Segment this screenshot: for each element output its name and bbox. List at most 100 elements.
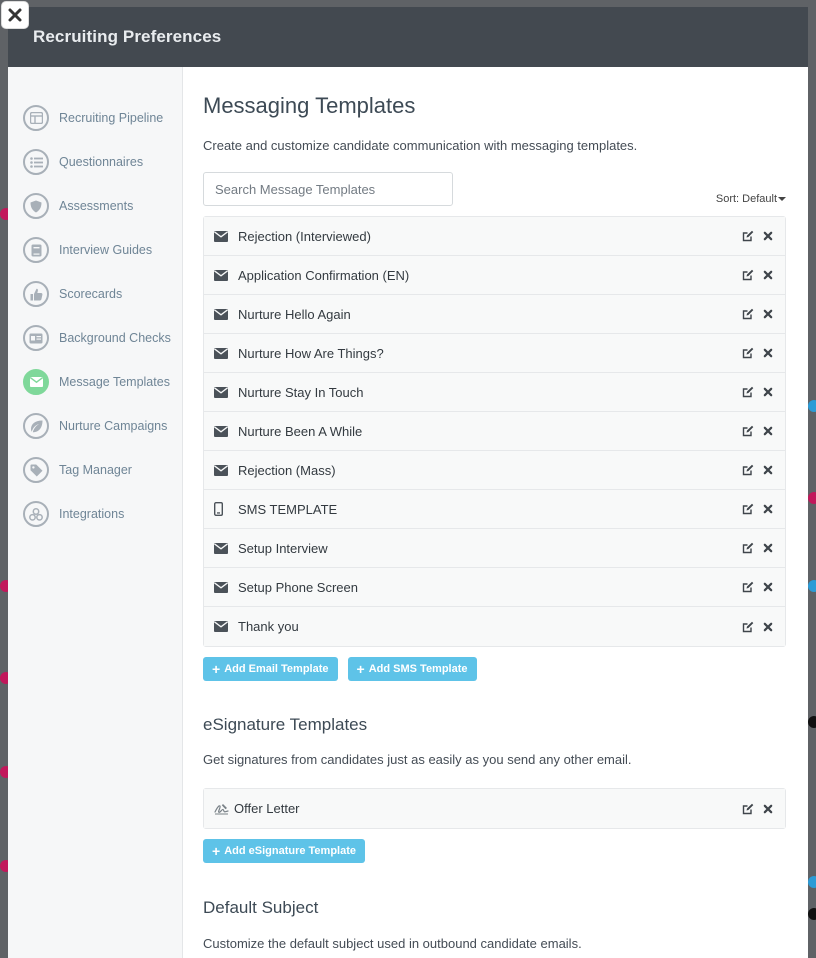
message-template-list: Rejection (Interviewed) Application Confi… bbox=[203, 216, 786, 647]
id-card-icon bbox=[23, 325, 49, 351]
sidebar: Recruiting Pipeline Questionnaires Assessm… bbox=[8, 67, 183, 958]
template-row: Rejection (Interviewed) bbox=[204, 217, 785, 256]
sidebar-item-label: Tag Manager bbox=[59, 463, 132, 477]
template-row: Thank you bbox=[204, 607, 785, 646]
sidebar-item-label: Recruiting Pipeline bbox=[59, 111, 164, 125]
edit-icon[interactable] bbox=[741, 541, 755, 555]
template-name[interactable]: Nurture Been A While bbox=[238, 424, 735, 439]
signature-icon bbox=[214, 803, 229, 814]
add-email-template-button[interactable]: + Add Email Template bbox=[203, 657, 338, 681]
esignature-description: Get signatures from candidates just as e… bbox=[203, 752, 632, 767]
edit-icon[interactable] bbox=[741, 502, 755, 516]
delete-icon[interactable] bbox=[761, 346, 775, 360]
book-icon bbox=[23, 237, 49, 263]
add-esignature-template-label: Add eSignature Template bbox=[224, 845, 357, 857]
edit-icon[interactable] bbox=[741, 620, 755, 634]
sidebar-item-label: Nurture Campaigns bbox=[59, 419, 168, 433]
add-esignature-template-button[interactable]: + Add eSignature Template bbox=[203, 839, 366, 863]
delete-icon[interactable] bbox=[761, 541, 775, 555]
template-row: SMS TEMPLATE bbox=[204, 490, 785, 529]
envelope-icon bbox=[214, 269, 228, 281]
edit-icon[interactable] bbox=[741, 385, 755, 399]
template-name[interactable]: SMS TEMPLATE bbox=[238, 502, 735, 517]
template-row: Setup Phone Screen bbox=[204, 568, 785, 607]
delete-icon[interactable] bbox=[761, 802, 775, 816]
delete-icon[interactable] bbox=[761, 307, 775, 321]
template-name[interactable]: Application Confirmation (EN) bbox=[238, 268, 735, 283]
sidebar-item-label: Background Checks bbox=[59, 331, 171, 345]
envelope-icon bbox=[214, 308, 228, 320]
sidebar-item-label: Questionnaires bbox=[59, 155, 144, 169]
sidebar-item-scorecards[interactable]: Scorecards bbox=[8, 272, 182, 316]
sidebar-item-label: Message Templates bbox=[59, 375, 170, 389]
add-sms-template-label: Add SMS Template bbox=[368, 663, 468, 675]
envelope-icon bbox=[23, 369, 49, 395]
delete-icon[interactable] bbox=[761, 229, 775, 243]
sort-label: Sort: Default bbox=[715, 193, 777, 205]
delete-icon[interactable] bbox=[761, 424, 775, 438]
sidebar-item-recruiting-pipeline[interactable]: Recruiting Pipeline bbox=[8, 96, 182, 140]
delete-icon[interactable] bbox=[761, 580, 775, 594]
envelope-icon bbox=[214, 464, 228, 476]
template-name[interactable]: Setup Interview bbox=[238, 541, 735, 556]
template-name[interactable]: Setup Phone Screen bbox=[238, 580, 735, 595]
sidebar-item-label: Interview Guides bbox=[59, 243, 153, 257]
close-button[interactable] bbox=[2, 2, 28, 28]
sidebar-item-questionnaires[interactable]: Questionnaires bbox=[8, 140, 182, 184]
close-icon bbox=[8, 8, 22, 22]
envelope-icon bbox=[214, 542, 228, 554]
delete-icon[interactable] bbox=[761, 385, 775, 399]
modal-header: Recruiting Preferences bbox=[8, 7, 808, 67]
leaf-icon bbox=[23, 413, 49, 439]
template-name[interactable]: Nurture Stay In Touch bbox=[238, 385, 735, 400]
sidebar-item-label: Assessments bbox=[59, 199, 134, 213]
default-subject-title: Default Subject bbox=[203, 898, 319, 917]
delete-icon[interactable] bbox=[761, 463, 775, 477]
sort-dropdown[interactable]: Sort: Default bbox=[716, 193, 786, 205]
template-name[interactable]: Rejection (Interviewed) bbox=[238, 229, 735, 244]
cubes-icon bbox=[23, 501, 49, 527]
sidebar-item-background-checks[interactable]: Background Checks bbox=[8, 316, 182, 360]
edit-icon[interactable] bbox=[741, 268, 755, 282]
envelope-icon bbox=[214, 386, 228, 398]
sidebar-item-nurture-campaigns[interactable]: Nurture Campaigns bbox=[8, 404, 182, 448]
page-title: Messaging Templates bbox=[203, 93, 416, 118]
edit-icon[interactable] bbox=[741, 424, 755, 438]
messaging-description: Create and customize candidate communica… bbox=[203, 138, 638, 153]
edit-icon[interactable] bbox=[741, 580, 755, 594]
edit-icon[interactable] bbox=[741, 802, 755, 816]
sidebar-item-integrations[interactable]: Integrations bbox=[8, 492, 182, 536]
delete-icon[interactable] bbox=[761, 502, 775, 516]
delete-icon[interactable] bbox=[761, 268, 775, 282]
sidebar-item-interview-guides[interactable]: Interview Guides bbox=[8, 228, 182, 272]
add-email-template-label: Add Email Template bbox=[224, 663, 329, 675]
esignature-name[interactable]: Offer Letter bbox=[234, 801, 735, 816]
sidebar-item-tag-manager[interactable]: Tag Manager bbox=[8, 448, 182, 492]
template-name[interactable]: Nurture How Are Things? bbox=[238, 346, 735, 361]
edit-icon[interactable] bbox=[741, 229, 755, 243]
edit-icon[interactable] bbox=[741, 307, 755, 321]
preferences-modal: Recruiting Preferences Recruiting Pipeli… bbox=[8, 7, 808, 958]
template-name[interactable]: Rejection (Mass) bbox=[238, 463, 735, 478]
sidebar-item-label: Integrations bbox=[59, 507, 125, 521]
delete-icon[interactable] bbox=[761, 620, 775, 634]
template-name[interactable]: Thank you bbox=[238, 619, 735, 634]
sidebar-item-assessments[interactable]: Assessments bbox=[8, 184, 182, 228]
pipeline-icon bbox=[23, 105, 49, 131]
envelope-icon bbox=[214, 581, 228, 593]
edit-icon[interactable] bbox=[741, 346, 755, 360]
caret-down-icon bbox=[778, 197, 786, 202]
tag-icon bbox=[23, 457, 49, 483]
envelope-icon bbox=[214, 621, 228, 632]
mobile-phone-icon bbox=[214, 502, 223, 516]
template-row: Rejection (Mass) bbox=[204, 451, 785, 490]
template-name[interactable]: Nurture Hello Again bbox=[238, 307, 735, 322]
edit-icon[interactable] bbox=[741, 463, 755, 477]
add-sms-template-button[interactable]: + Add SMS Template bbox=[347, 657, 477, 681]
envelope-icon bbox=[214, 347, 228, 359]
sidebar-item-message-templates[interactable]: Message Templates bbox=[8, 360, 182, 404]
search-templates-input[interactable] bbox=[203, 172, 453, 206]
plus-icon: + bbox=[212, 843, 221, 859]
template-row: Nurture Stay In Touch bbox=[204, 373, 785, 412]
thumbs-up-icon bbox=[23, 281, 49, 307]
